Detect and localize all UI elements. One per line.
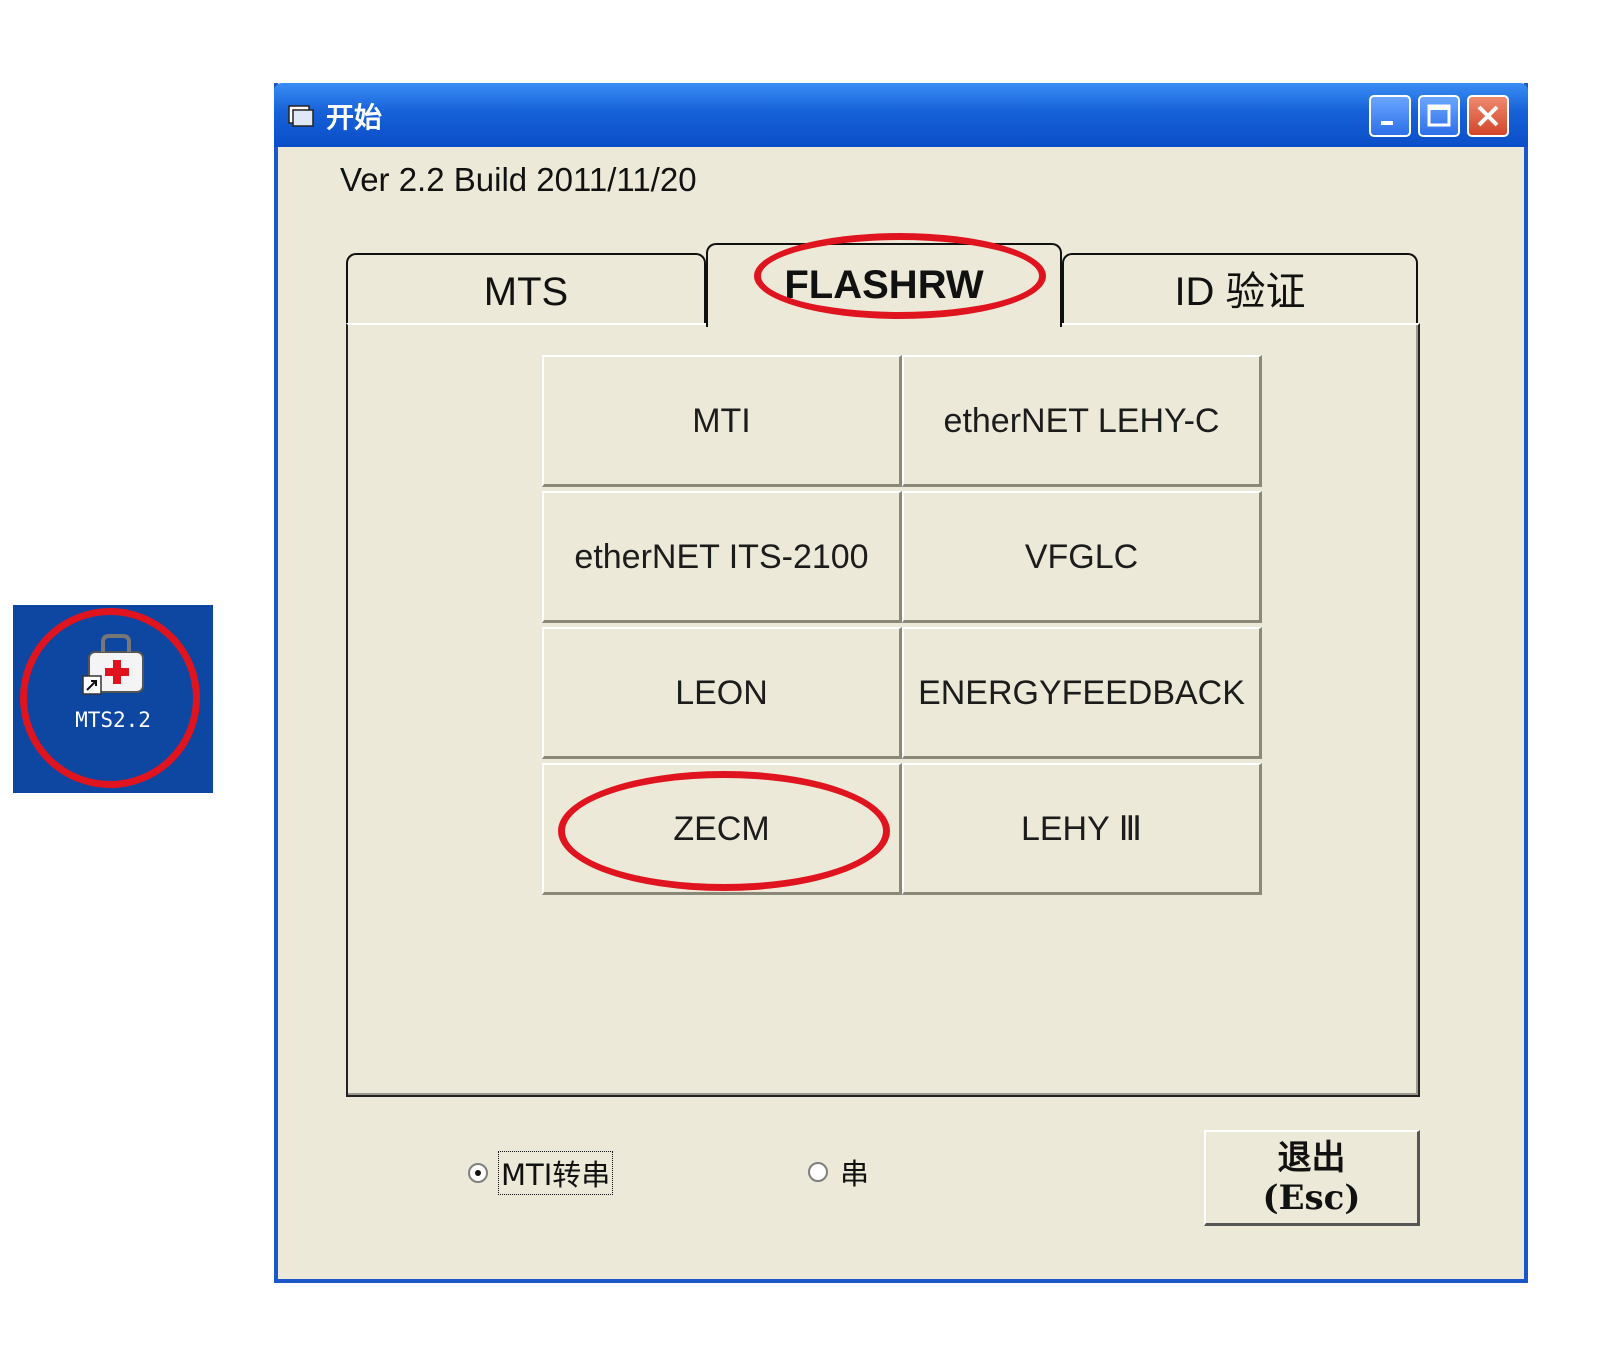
maximize-icon <box>1427 104 1451 127</box>
close-button[interactable] <box>1467 95 1509 137</box>
radio-label-serial: 串 <box>840 1157 870 1191</box>
exit-button-shortcut: (Esc) <box>1262 1178 1361 1218</box>
radio-indicator-checked[interactable] <box>468 1163 488 1183</box>
radio-serial[interactable]: 串 <box>808 1151 871 1193</box>
vfglc-button[interactable]: VFGLC <box>902 491 1262 623</box>
tab-panel: MTI etherNET LEHY-C etherNET ITS-2100 VF… <box>346 323 1420 1097</box>
tab-flashrw[interactable]: FLASHRW <box>706 243 1062 327</box>
start-window: 开始 Ver 2.2 Build 2011/11/20 MTS FLASHRW … <box>274 83 1528 1283</box>
minimize-icon <box>1381 121 1393 125</box>
desktop-shortcut[interactable]: MTS2.2 <box>13 605 213 793</box>
zecm-button[interactable]: ZECM <box>542 763 902 895</box>
exit-button[interactable]: 退出 (Esc) <box>1204 1130 1420 1226</box>
ethernet-lehy-c-button[interactable]: etherNET LEHY-C <box>902 355 1262 487</box>
app-icon <box>288 105 314 127</box>
energyfeedback-button[interactable]: ENERGYFEEDBACK <box>902 627 1262 759</box>
tab-id-verify[interactable]: ID 验证 <box>1062 253 1418 327</box>
maximize-button[interactable] <box>1418 95 1460 137</box>
medical-kit-shortcut-icon <box>82 634 144 695</box>
shortcut-label: MTS2.2 <box>75 708 151 732</box>
window-title: 开始 <box>326 101 383 134</box>
version-label: Ver 2.2 Build 2011/11/20 <box>340 161 697 198</box>
close-icon <box>1477 105 1499 127</box>
radio-mti-serial[interactable]: MTI转串 <box>468 1151 614 1195</box>
leon-button[interactable]: LEON <box>542 627 902 759</box>
exit-button-label: 退出 <box>1277 1138 1346 1178</box>
ethernet-its-2100-button[interactable]: etherNET ITS-2100 <box>542 491 902 623</box>
mti-button[interactable]: MTI <box>542 355 902 487</box>
minimize-button[interactable] <box>1369 95 1411 137</box>
radio-indicator-unchecked[interactable] <box>808 1162 828 1182</box>
title-bar[interactable]: 开始 <box>274 83 1528 147</box>
radio-label-mti-serial: MTI转串 <box>498 1151 614 1195</box>
tab-mts[interactable]: MTS <box>346 253 706 327</box>
lehy-iii-button[interactable]: LEHY Ⅲ <box>902 763 1262 895</box>
